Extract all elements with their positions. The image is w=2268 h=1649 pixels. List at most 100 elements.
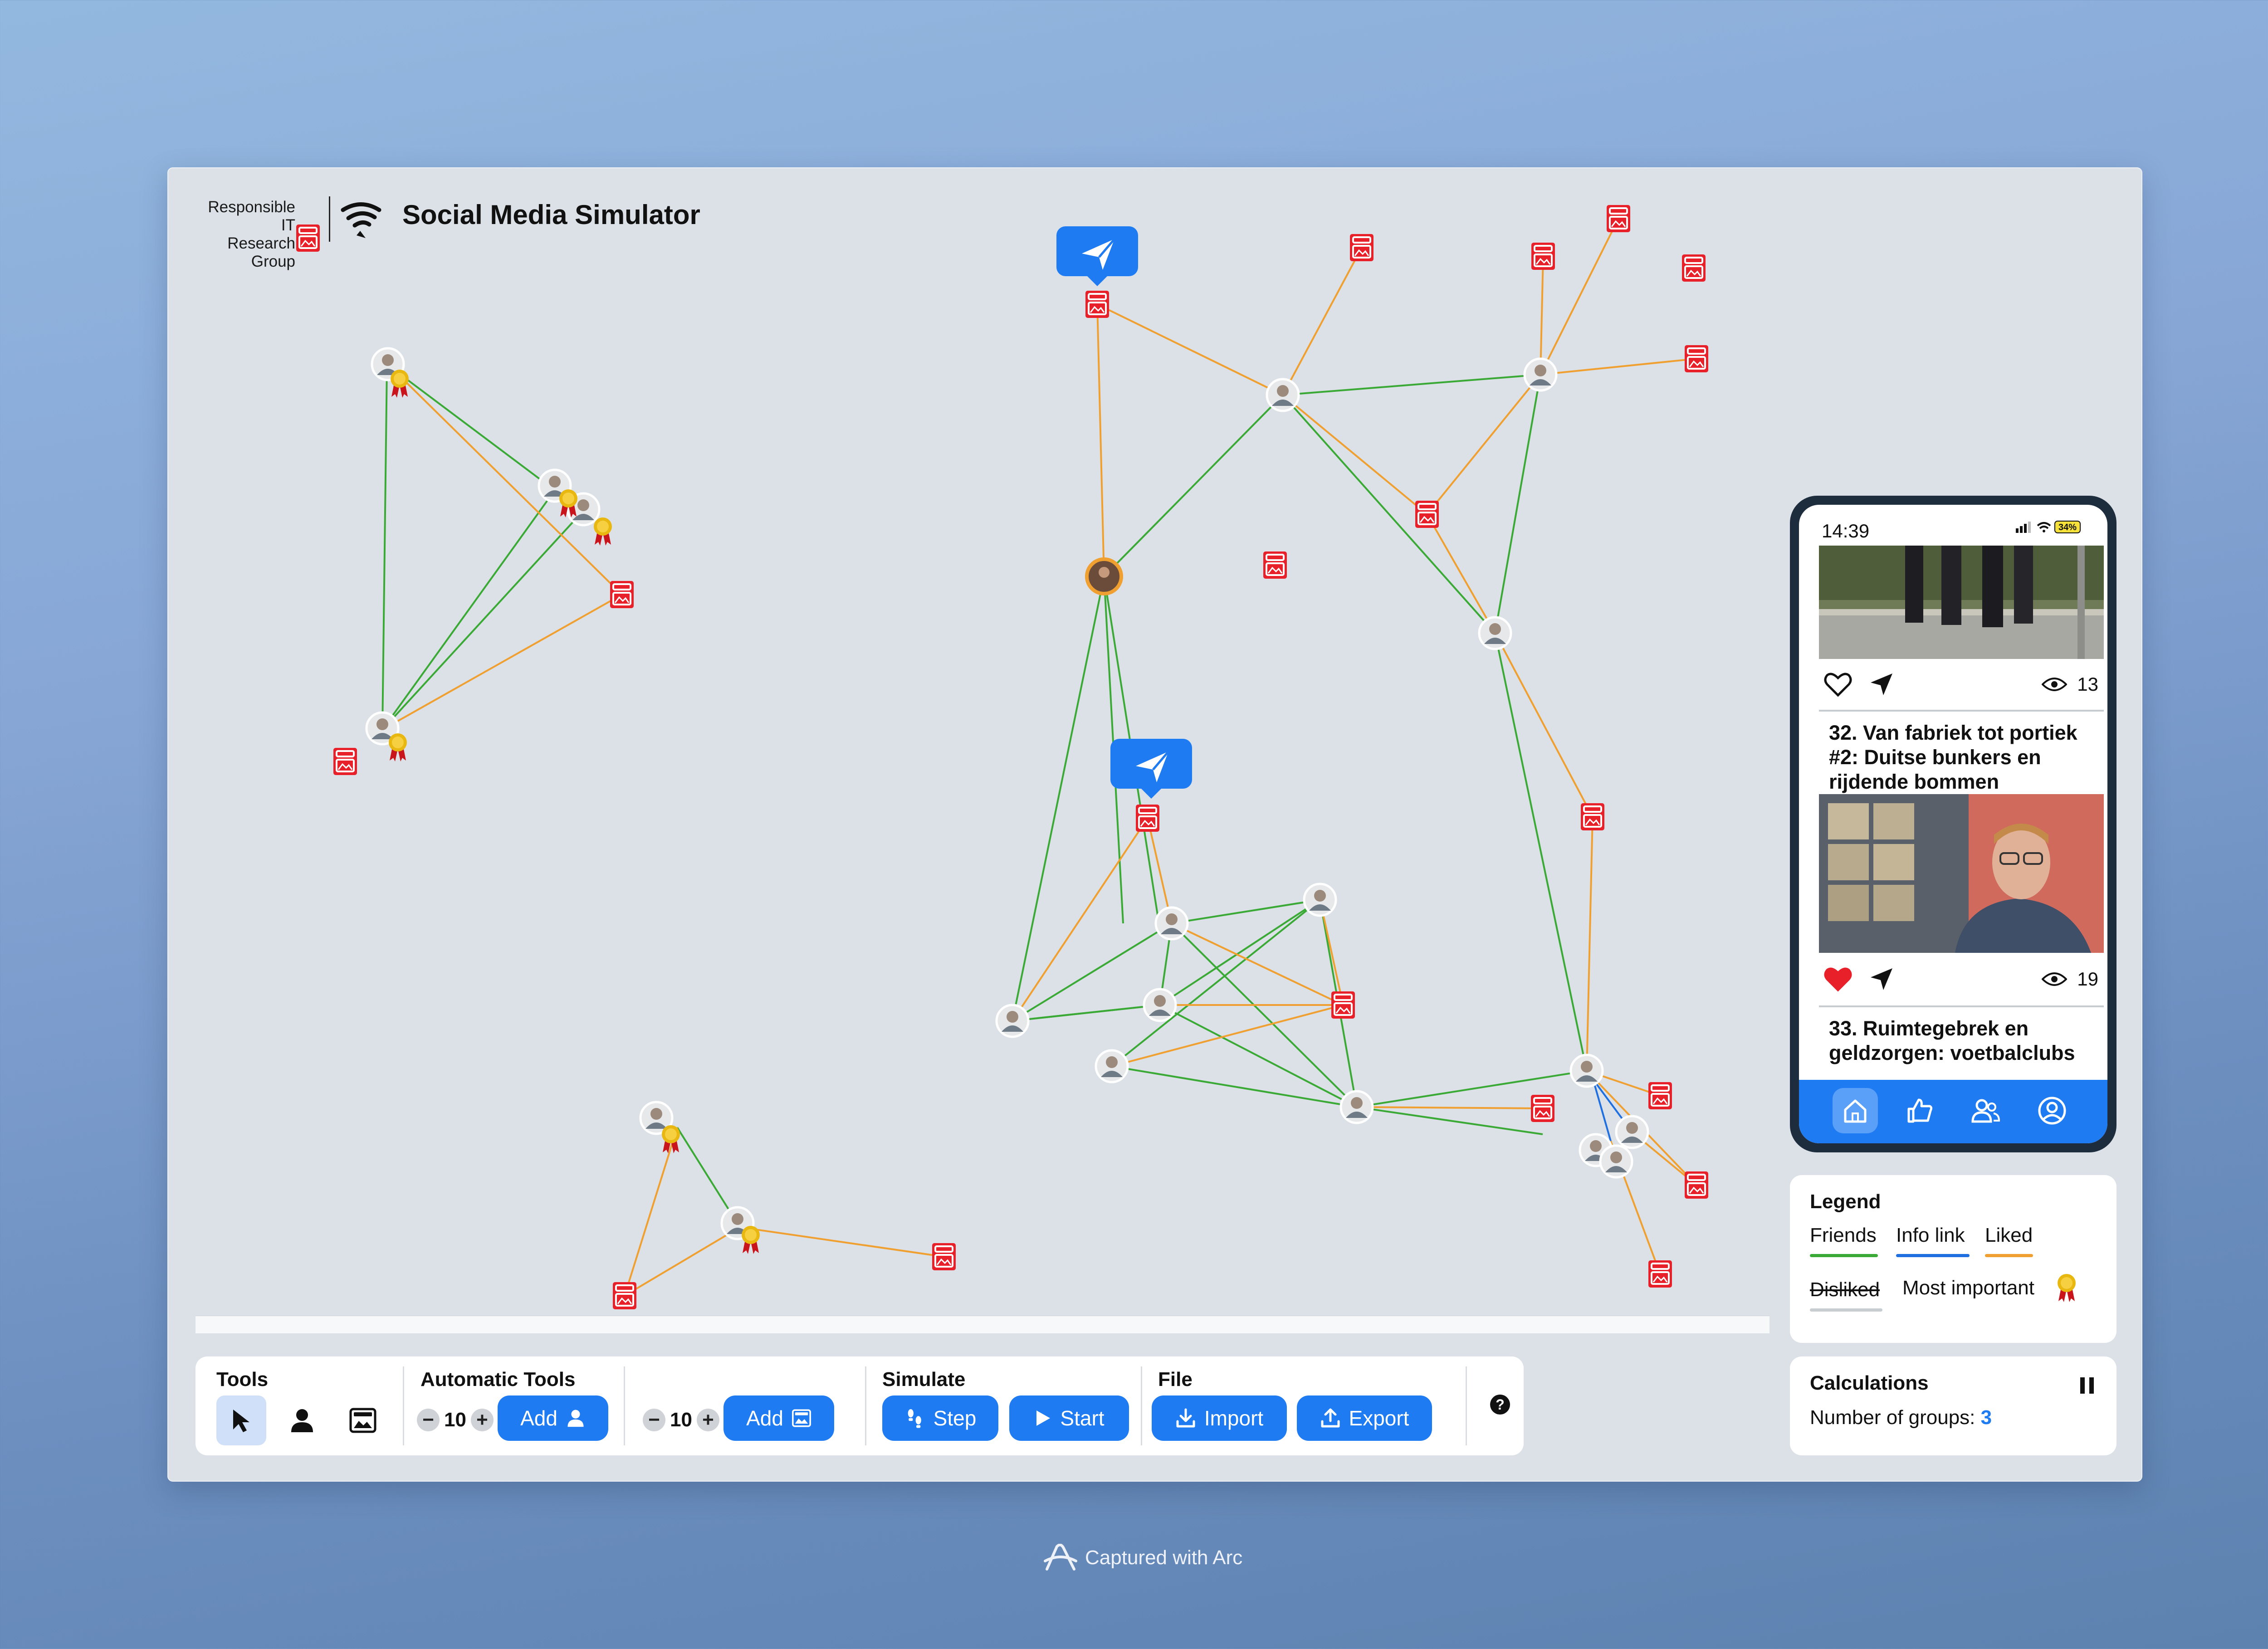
post-node[interactable] [609,580,635,609]
cursor-icon [233,1410,249,1432]
share-icon[interactable] [1869,966,1894,992]
post-node[interactable] [1681,254,1706,283]
increment-posts-button[interactable]: + [696,1409,719,1431]
post-node[interactable] [1530,1094,1555,1123]
user-node[interactable] [1479,617,1511,649]
medal-icon [389,733,407,761]
nav-liked[interactable] [1897,1088,1942,1133]
liked-edges [382,218,1697,1297]
post-image[interactable] [1819,546,2104,659]
toolbar-divider [624,1366,625,1445]
post-node[interactable] [1135,804,1160,833]
signal-icon [2016,528,2019,533]
footsteps-icon [908,1409,921,1428]
post-node[interactable] [1606,204,1631,233]
selected-user-node[interactable] [1085,557,1123,595]
post-count-stepper[interactable]: − 10 + [643,1406,719,1434]
share-bubble-icon [1056,226,1138,286]
user-nodes[interactable] [367,348,1648,1239]
view-count-value: 13 [2077,673,2098,695]
add-post-tool-button[interactable] [338,1395,388,1445]
post-title[interactable]: 32. Van fabriek tot portiek #2: Duitse b… [1829,721,2101,794]
post-node[interactable] [931,1242,957,1271]
status-icons: 34% [2016,521,2081,533]
post-node[interactable] [1684,1171,1709,1200]
person-icon [567,1410,584,1427]
liked-heart-icon[interactable] [1823,966,1853,993]
post-node[interactable] [612,1281,637,1310]
legend-friends-line [1810,1254,1878,1257]
user-node[interactable] [1267,379,1299,411]
user-count-stepper[interactable]: − 10 + [417,1406,494,1434]
post-node[interactable] [1647,1081,1673,1110]
post-node[interactable] [1530,242,1556,271]
user-node[interactable] [1156,907,1188,939]
post-nodes[interactable] [295,204,1709,1310]
help-icon[interactable]: ? [1490,1395,1510,1415]
eye-icon [2042,678,2068,691]
step-label: Step [933,1406,977,1430]
canvas-scrollbar[interactable] [196,1316,1769,1333]
decrement-users-button[interactable]: − [417,1409,440,1431]
groups-value: 3 [1980,1406,1992,1429]
medal-icon [391,370,409,398]
simulate-title: Simulate [882,1368,966,1390]
user-node[interactable] [1144,989,1176,1021]
select-tool-button[interactable] [216,1395,266,1445]
start-button[interactable]: Start [1009,1395,1129,1441]
phone-screen[interactable]: 14:39 34% 13 32. Van fabriek tot portiek… [1799,505,2107,1143]
add-posts-button[interactable]: Add [723,1395,834,1441]
legend-liked-line [1985,1254,2033,1257]
post-node[interactable] [1085,290,1110,319]
nav-profile[interactable] [2029,1088,2075,1133]
post-image[interactable] [1819,794,2104,953]
user-node[interactable] [1600,1146,1632,1177]
simulator-window: Responsible IT Research Group Social Med… [167,167,2142,1482]
captured-with-arc: Captured with Arc [1043,1544,1242,1572]
add-user-tool-button[interactable] [277,1395,327,1445]
automatic-tools-title: Automatic Tools [420,1368,576,1390]
toolbar-divider [1141,1366,1142,1445]
share-icon[interactable] [1869,672,1894,697]
like-heart-icon[interactable] [1823,671,1853,698]
home-icon [1844,1099,1867,1123]
post-node[interactable] [1647,1259,1673,1288]
post-node[interactable] [332,747,358,776]
import-label: Import [1204,1406,1264,1430]
import-button[interactable]: Import [1152,1395,1287,1441]
user-node[interactable] [1571,1055,1603,1087]
user-node[interactable] [1096,1050,1128,1082]
user-node[interactable] [997,1005,1028,1037]
post-node[interactable] [1330,990,1356,1020]
legend-info-link-line [1896,1254,1970,1257]
post-node[interactable] [1262,551,1288,580]
user-node[interactable] [1525,359,1556,390]
wifi-icon [2037,522,2051,527]
toolbar-divider [1466,1366,1467,1445]
nav-home[interactable] [1833,1088,1878,1133]
pause-icon[interactable] [2080,1377,2094,1394]
export-button[interactable]: Export [1297,1395,1432,1441]
captured-label: Captured with Arc [1085,1547,1243,1569]
user-node[interactable] [1341,1091,1373,1123]
user-node[interactable] [1304,884,1336,916]
calculations-panel: Calculations Number of groups: 3 [1790,1356,2116,1455]
automatic-tools-section: Automatic Tools − 10 + Add − 10 + Add [404,1356,858,1455]
profile-icon [2038,1097,2066,1125]
step-button[interactable]: Step [882,1395,998,1441]
play-icon [1036,1410,1051,1426]
add-users-button[interactable]: Add [498,1395,608,1441]
post-node[interactable] [1580,802,1605,831]
user-node[interactable] [1616,1116,1648,1148]
post-node[interactable] [1349,233,1374,262]
post-title[interactable]: 33. Ruimtegebrek en geldzorgen: voetbalc… [1829,1016,2101,1065]
legend-disliked: Disliked [1810,1278,1880,1301]
post-node[interactable] [1684,344,1709,373]
legend-disliked-line [1810,1308,1882,1312]
post-node[interactable] [295,224,321,253]
post-node[interactable] [1414,500,1440,529]
upload-icon [1321,1408,1340,1428]
decrement-posts-button[interactable]: − [643,1409,665,1431]
nav-friends[interactable] [1963,1088,2009,1133]
increment-users-button[interactable]: + [470,1409,494,1431]
